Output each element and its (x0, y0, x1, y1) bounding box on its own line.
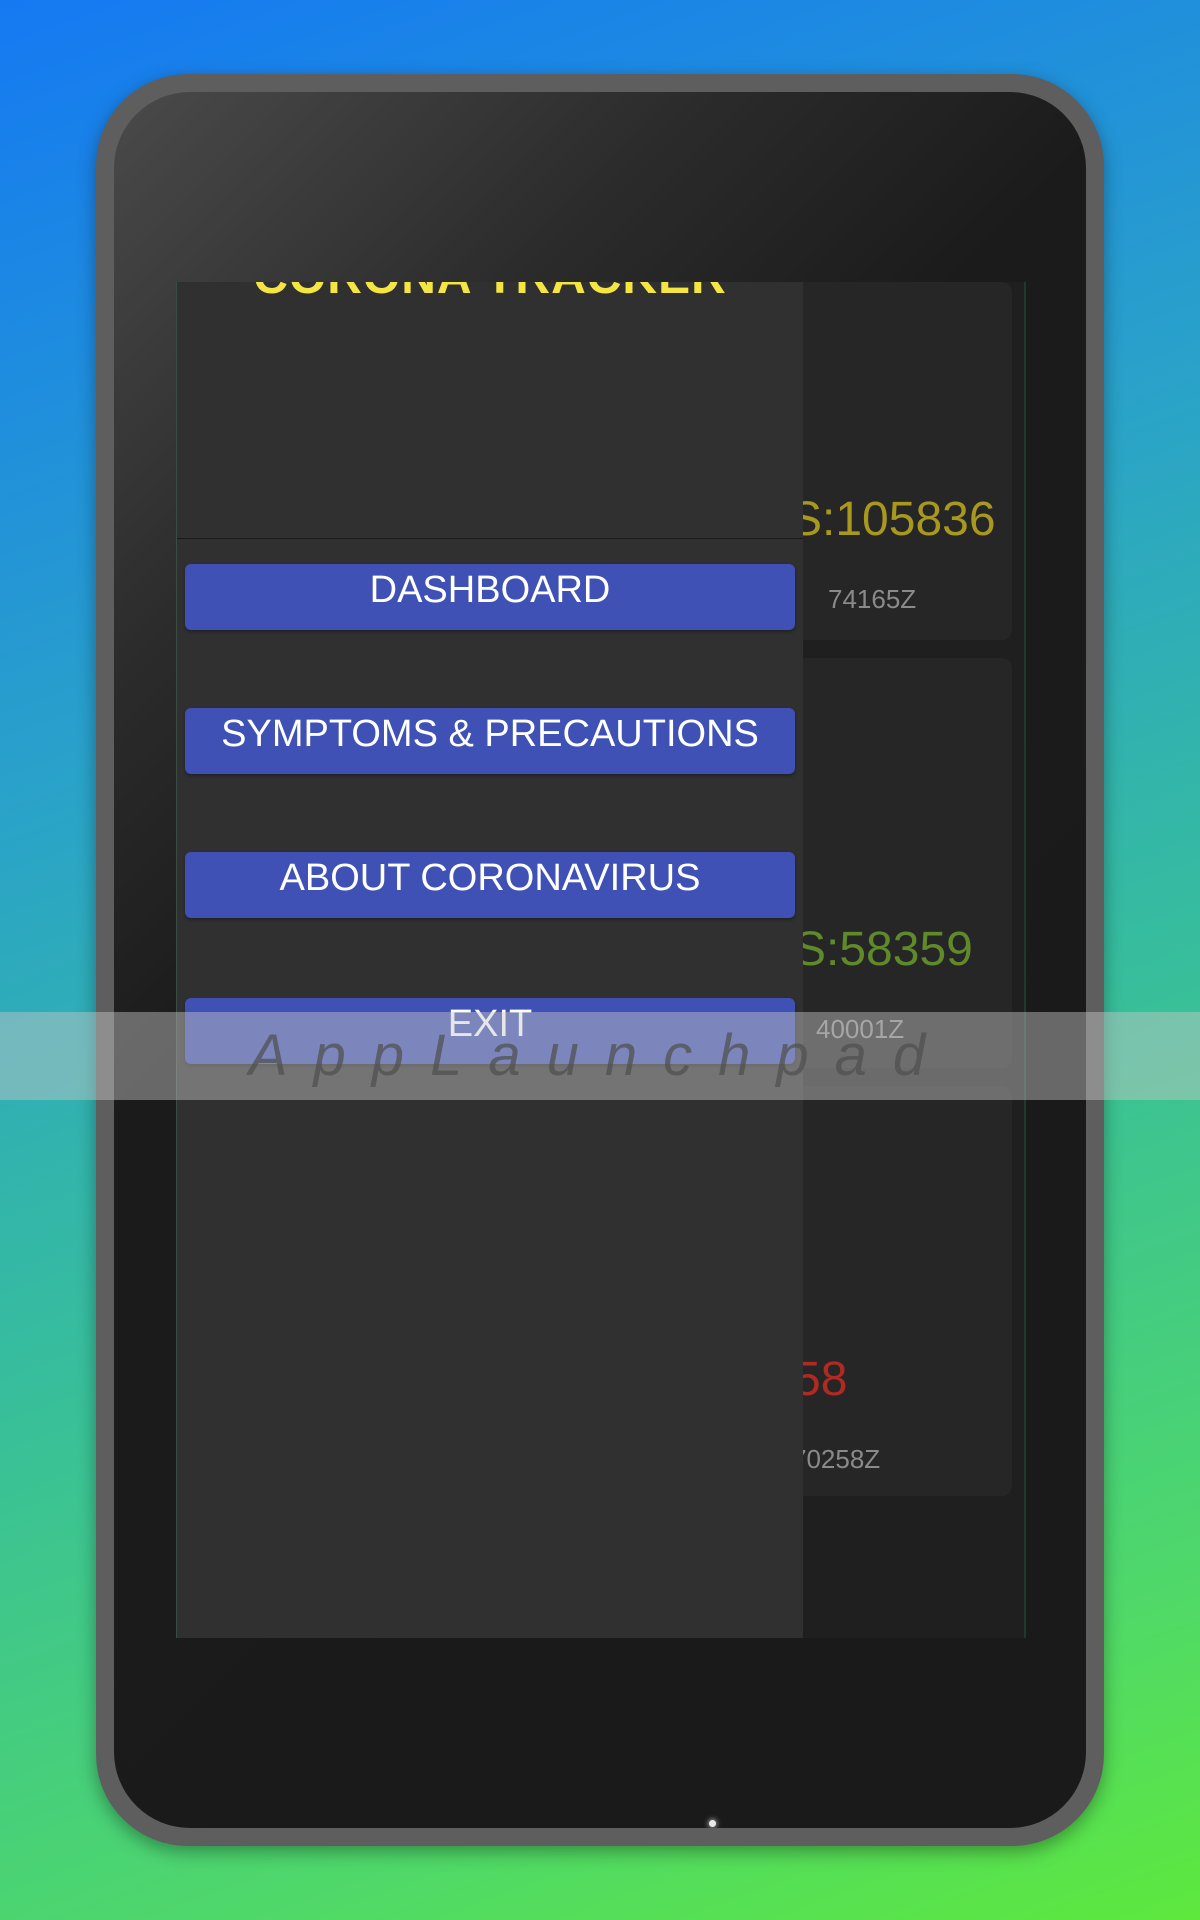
dashboard-button[interactable]: DASHBOARD (185, 564, 795, 630)
confirmed-count: S:105836 (790, 493, 996, 546)
app-screen: S:105836 74165Z S:58359 40001Z 58 70258Z… (176, 282, 1026, 1638)
home-indicator (709, 1820, 716, 1827)
recovered-count: S:58359 (794, 923, 973, 976)
watermark-text: AppLaunchpad (248, 1023, 952, 1088)
deaths-timestamp: 70258Z (792, 1444, 881, 1474)
watermark-banner: AppLaunchpad (0, 1012, 1200, 1100)
confirmed-timestamp: 74165Z (828, 584, 917, 614)
drawer-header: CORONA TRACKER (177, 282, 803, 539)
navigation-drawer: CORONA TRACKER DASHBOARD SYMPTOMS & PREC… (176, 282, 803, 1638)
about-coronavirus-button[interactable]: ABOUT CORONAVIRUS (185, 852, 795, 918)
app-title: CORONA TRACKER (177, 282, 803, 305)
symptoms-precautions-button[interactable]: SYMPTOMS & PRECAUTIONS (185, 708, 795, 774)
